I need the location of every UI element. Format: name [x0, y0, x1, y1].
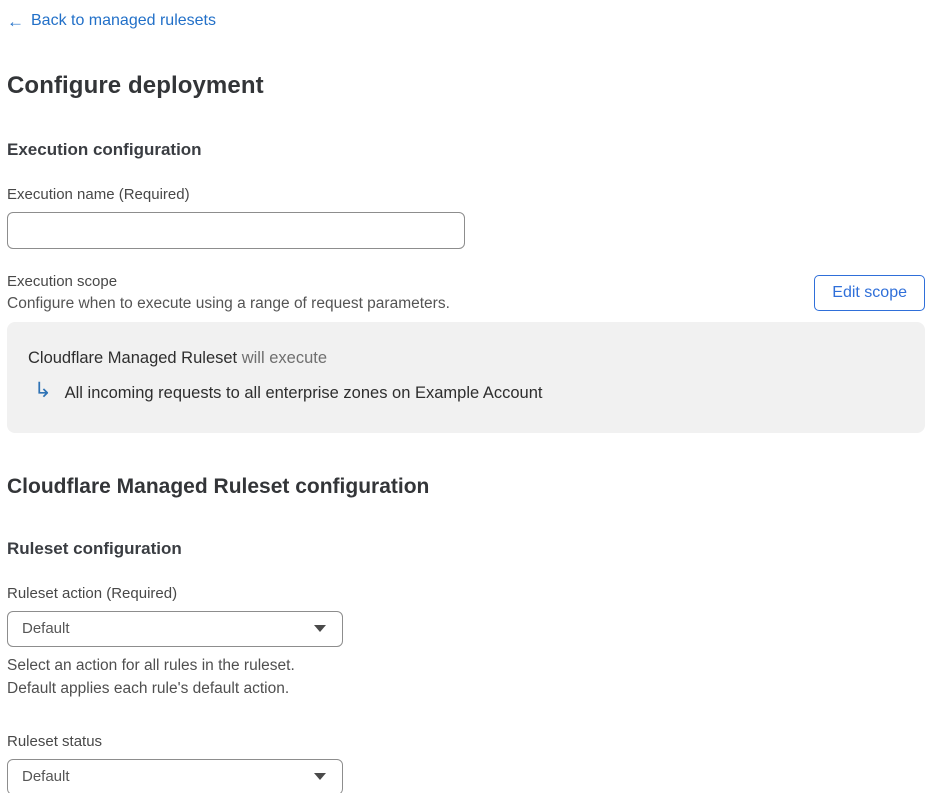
ruleset-action-select[interactable]: Default — [7, 610, 343, 647]
ruleset-status-select[interactable]: Default — [7, 758, 343, 793]
execution-scope-label: Execution scope — [7, 272, 118, 290]
back-to-managed-rulesets-link[interactable]: ← Back to managed rulesets — [7, 12, 216, 30]
execution-summary-panel: Cloudflare Managed Ruleset will execute … — [7, 321, 925, 433]
ruleset-action-help-line: Default applies each rule's default acti… — [7, 679, 290, 697]
summary-heading: Cloudflare Managed Ruleset will execute — [28, 349, 904, 368]
summary-scope-line: ↳ All incoming requests to all enterpris… — [28, 378, 904, 403]
page-title: Configure deployment — [7, 71, 264, 99]
execution-name-label: Execution name (Required) — [7, 185, 190, 203]
ruleset-status-label: Ruleset status — [7, 732, 103, 750]
dropdown-caret-icon — [314, 625, 326, 632]
ruleset-action-label: Ruleset action (Required) — [7, 584, 178, 602]
branch-arrow-icon: ↳ — [34, 378, 52, 402]
execution-scope-row: Execution scope Configure when to execut… — [7, 273, 925, 313]
ruleset-configuration-subheading: Ruleset configuration — [7, 538, 182, 558]
summary-will-execute: will execute — [237, 348, 328, 367]
configure-deployment-page: ← Back to managed rulesets Configure dep… — [0, 0, 931, 793]
execution-name-input[interactable] — [7, 211, 465, 249]
edit-scope-button[interactable]: Edit scope — [814, 274, 925, 311]
ruleset-configuration-section-heading: Cloudflare Managed Ruleset configuration — [7, 474, 430, 498]
execution-scope-description: Configure when to execute using a range … — [7, 294, 450, 312]
back-arrow-icon: ← — [7, 11, 24, 31]
summary-scope-detail: All incoming requests to all enterprise … — [64, 383, 543, 402]
summary-ruleset-name: Cloudflare Managed Ruleset — [28, 348, 238, 367]
ruleset-action-selected-value: Default — [22, 620, 70, 637]
dropdown-caret-icon — [314, 773, 326, 780]
execution-configuration-heading: Execution configuration — [7, 139, 202, 159]
ruleset-action-help-line: Select an action for all rules in the ru… — [7, 656, 295, 674]
ruleset-action-help: Select an action for all rules in the ru… — [7, 654, 925, 700]
back-link-label: Back to managed rulesets — [31, 12, 216, 29]
ruleset-status-selected-value: Default — [22, 768, 70, 785]
